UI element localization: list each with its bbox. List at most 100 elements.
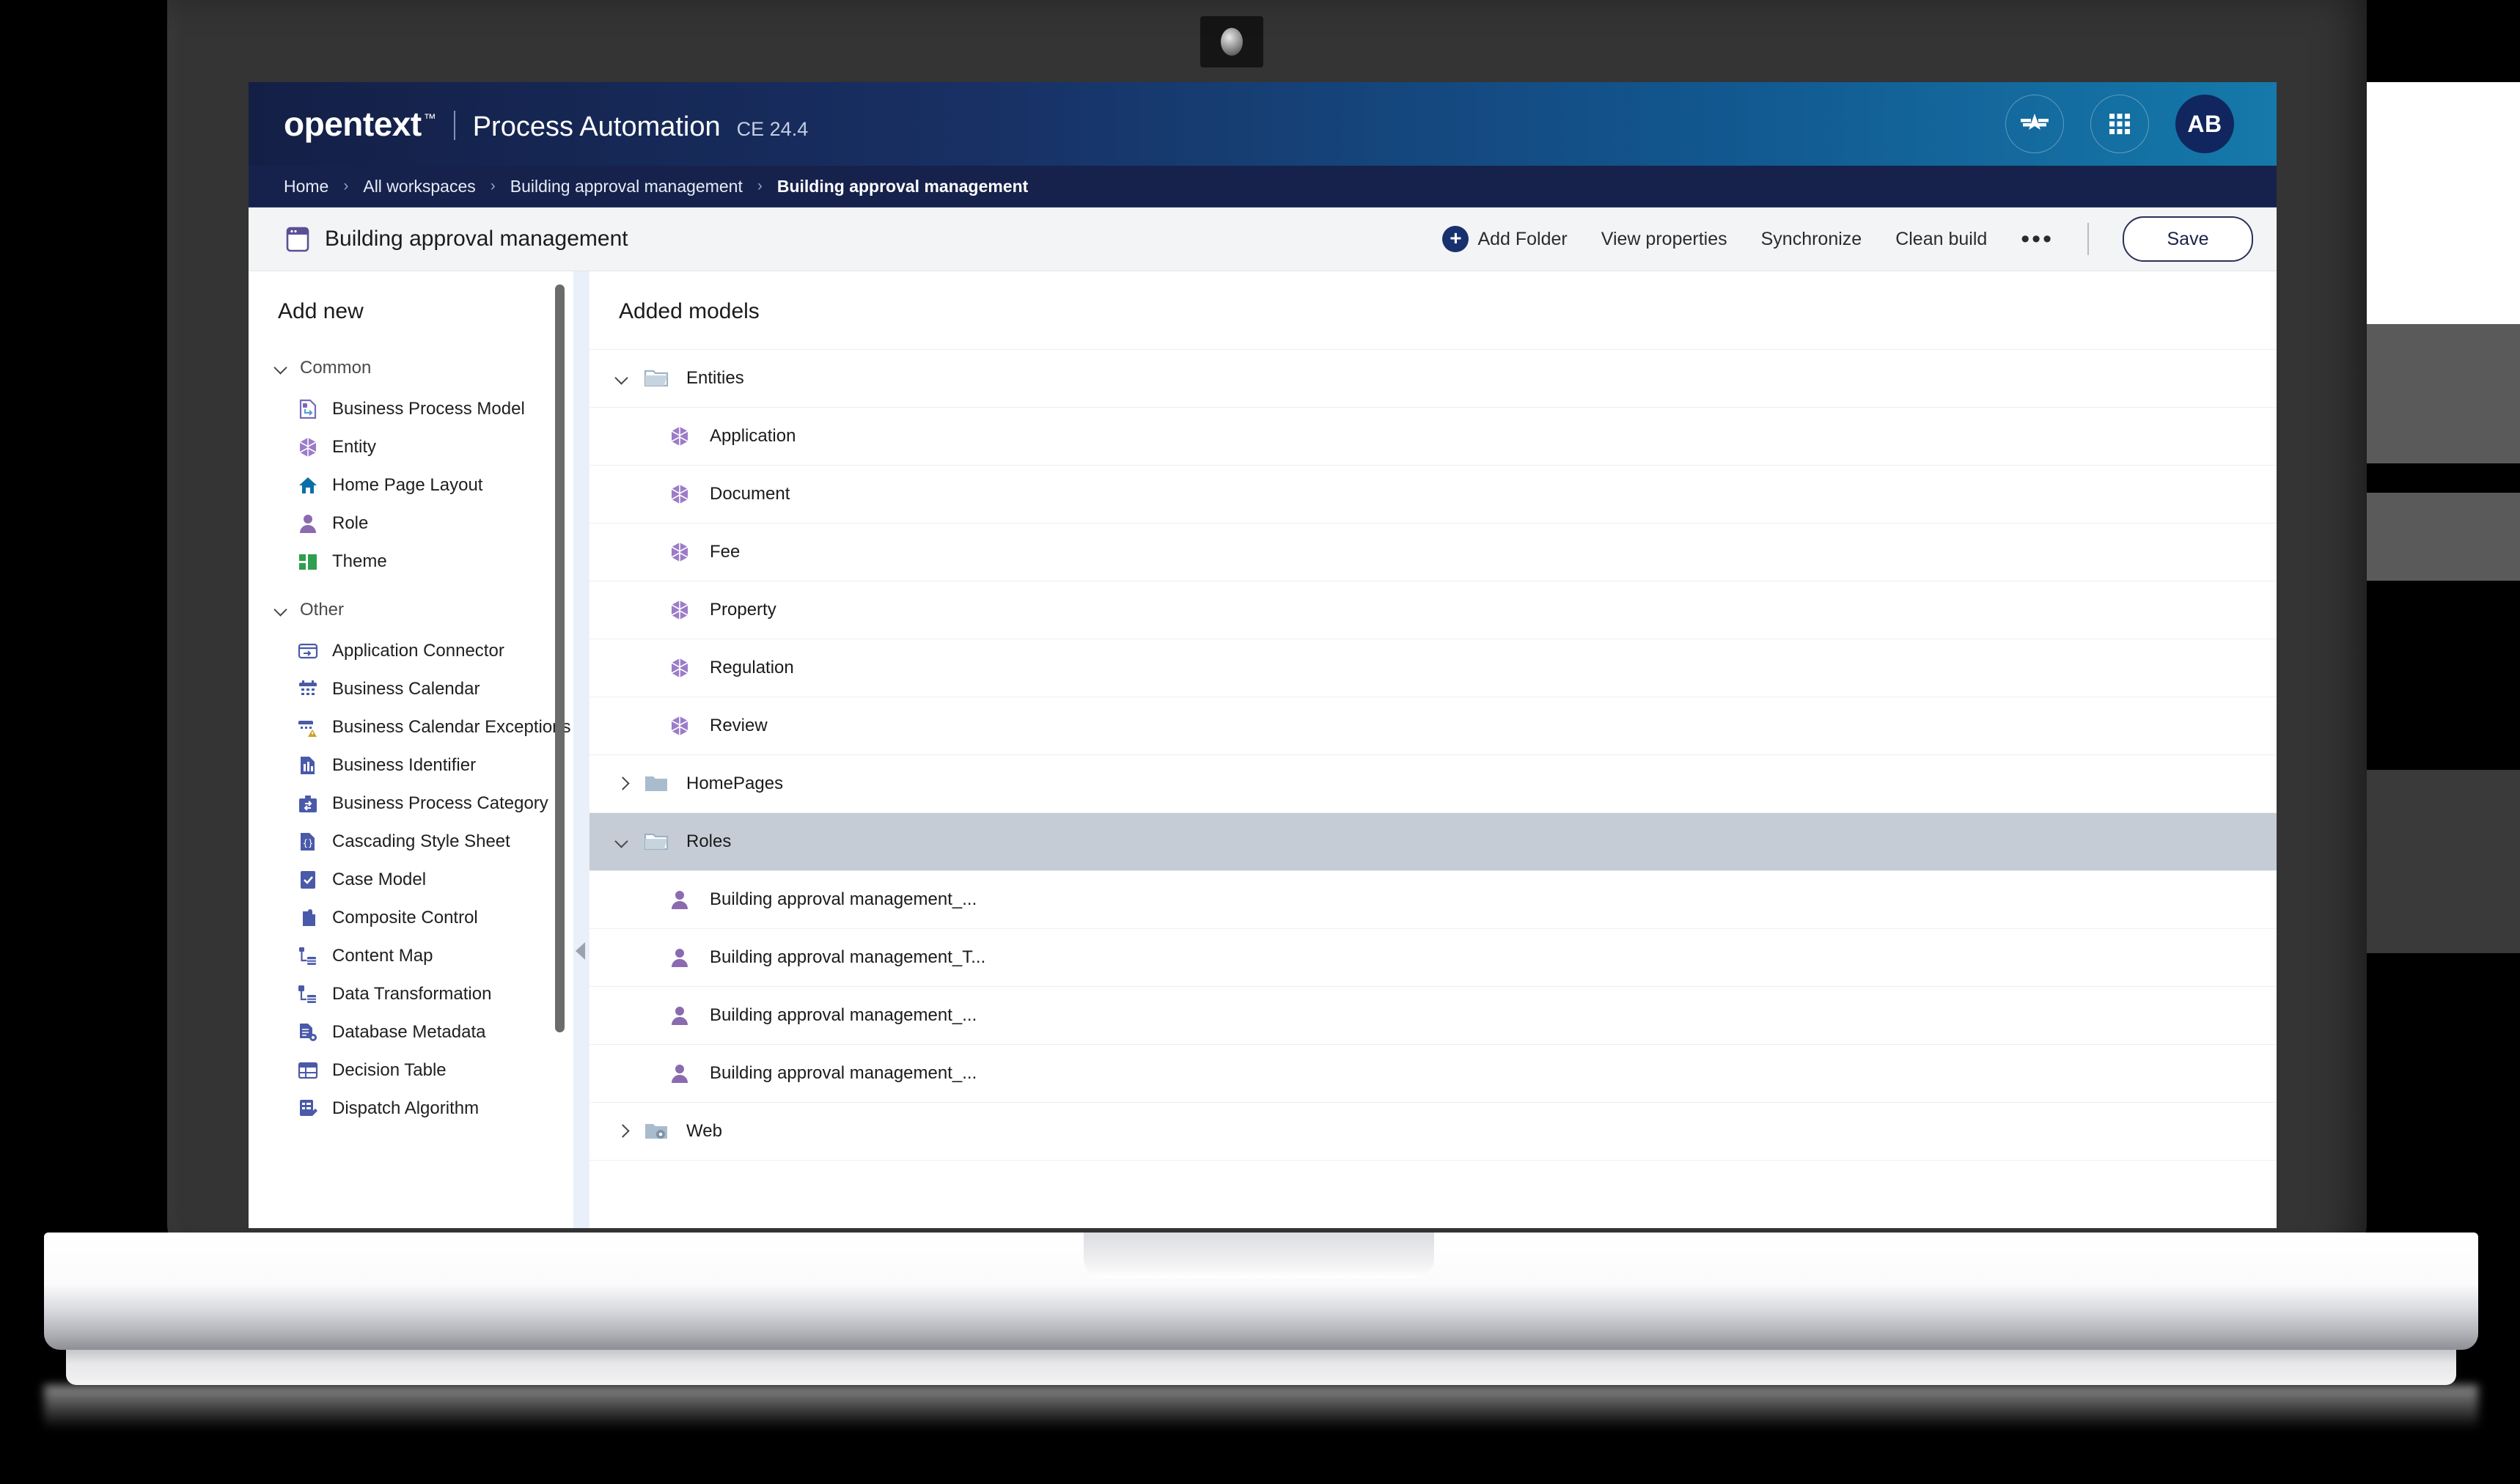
overflow-menu-icon[interactable]: ••• (2021, 227, 2054, 251)
sidebar-item-label: Business Identifier (332, 755, 477, 775)
application-connector-icon (297, 640, 319, 662)
chevron-right-icon[interactable] (614, 776, 644, 792)
sidebar-item-theme[interactable]: Theme (249, 543, 573, 581)
sidebar-item-business-calendar[interactable]: Business Calendar (249, 670, 573, 708)
breadcrumb-item-home[interactable]: Home (284, 177, 328, 196)
breadcrumb-separator-icon: › (757, 177, 763, 194)
page-title: Building approval management (325, 227, 628, 251)
sidebar-item-label: Business Calendar (332, 679, 480, 699)
brand-trademark: ™ (423, 111, 436, 125)
tree-row-review[interactable]: Review (589, 697, 2277, 754)
app-version: CE 24.4 (736, 118, 809, 140)
sidebar-item-label: Business Process Category (332, 793, 548, 813)
tree-label: Document (710, 484, 790, 504)
tree-row-web[interactable]: Web (589, 1102, 2277, 1160)
sidebar-item-application-connector[interactable]: Application Connector (249, 632, 573, 670)
tree-row-homepages[interactable]: HomePages (589, 754, 2277, 812)
sidebar-item-business-identifier[interactable]: Business Identifier (249, 746, 573, 785)
tree-row-property[interactable]: Property (589, 581, 2277, 639)
laptop-notch (1084, 1233, 1434, 1278)
entity-cube-icon (669, 599, 691, 621)
sidebar-item-label: Home Page Layout (332, 475, 483, 495)
process-category-icon (297, 793, 319, 815)
sidebar-item-label: Entity (332, 437, 377, 457)
tree-row-roles[interactable]: Roles (589, 812, 2277, 870)
sidebar-item-case-model[interactable]: Case Model (249, 861, 573, 899)
sidebar-item-label: Dispatch Algorithm (332, 1098, 480, 1118)
sidebar-scrollbar-thumb[interactable] (555, 284, 565, 1032)
sidebar-item-role[interactable]: Role (249, 504, 573, 543)
sidebar-item-content-map[interactable]: Content Map (249, 937, 573, 975)
toolbar-divider (2087, 223, 2089, 255)
save-button[interactable]: Save (2123, 216, 2253, 262)
business-identifier-icon (297, 754, 319, 776)
process-model-icon (297, 398, 319, 420)
home-icon (297, 474, 319, 496)
breadcrumb-separator-icon: › (490, 177, 496, 194)
entity-cube-icon (669, 483, 691, 505)
aviator-star-icon[interactable] (2005, 95, 2064, 153)
sidebar-item-label: Business Calendar Exceptions (332, 717, 571, 737)
clean-build-button[interactable]: Clean build (1895, 229, 1987, 250)
synchronize-button[interactable]: Synchronize (1761, 229, 1862, 250)
tree-label: Web (686, 1121, 722, 1141)
sidebar-item-dispatch-algorithm[interactable]: Dispatch Algorithm (249, 1090, 573, 1128)
sidebar-item-label: Theme (332, 551, 387, 571)
breadcrumb-item-all-workspaces[interactable]: All workspaces (363, 177, 475, 196)
app-grid-icon[interactable] (2090, 95, 2149, 153)
tree-label: HomePages (686, 774, 784, 793)
tree-row-fee[interactable]: Fee (589, 523, 2277, 581)
tree-label: Regulation (710, 658, 794, 677)
sidebar-group-label: Other (300, 600, 345, 620)
sidebar-item-business-calendar-exceptions[interactable]: Business Calendar Exceptions (249, 708, 573, 746)
chevron-down-icon[interactable] (614, 834, 644, 850)
tree-row-regulation[interactable]: Regulation (589, 639, 2277, 697)
chevron-down-icon[interactable] (614, 370, 644, 386)
tree-row-role-2[interactable]: Building approval management_T... (589, 928, 2277, 986)
chevron-right-icon[interactable] (614, 1123, 644, 1139)
workspace-toolbar: Building approval management + Add Folde… (249, 207, 2277, 271)
avatar[interactable]: AB (2175, 95, 2234, 153)
sidebar-item-home-page-layout[interactable]: Home Page Layout (249, 466, 573, 504)
sidebar-item-composite-control[interactable]: Composite Control (249, 899, 573, 937)
sidebar-item-data-transformation[interactable]: Data Transformation (249, 975, 573, 1013)
tree-row-role-1[interactable]: Building approval management_... (589, 870, 2277, 928)
sidebar-item-decision-table[interactable]: Decision Table (249, 1051, 573, 1090)
sidebar-item-entity[interactable]: Entity (249, 428, 573, 466)
entity-cube-icon (297, 436, 319, 458)
tree-label: Review (710, 716, 768, 735)
sidebar-item-business-process-model[interactable]: Business Process Model (249, 390, 573, 428)
tree-row-document[interactable]: Document (589, 465, 2277, 523)
sidebar-item-database-metadata[interactable]: Database Metadata (249, 1013, 573, 1051)
role-person-icon (669, 889, 691, 911)
sidebar-group-other[interactable]: Other (249, 581, 573, 632)
tree-label: Roles (686, 831, 732, 851)
tree-row-application[interactable]: Application (589, 407, 2277, 465)
theme-blocks-icon (297, 551, 319, 573)
app-header: opentext ™ Process Automation CE 24.4 AB (249, 82, 2277, 166)
sidebar-group-common[interactable]: Common (249, 346, 573, 390)
sidebar-item-business-process-category[interactable]: Business Process Category (249, 785, 573, 823)
tree-row-role-4[interactable]: Building approval management_... (589, 1044, 2277, 1102)
sidebar-item-label: Data Transformation (332, 984, 492, 1004)
breadcrumb-separator-icon: › (343, 177, 349, 194)
view-properties-button[interactable]: View properties (1601, 229, 1727, 250)
tree-row-entities[interactable]: Entities (589, 349, 2277, 407)
toolbar-actions: + Add Folder View properties Synchronize… (1442, 216, 2253, 262)
role-person-icon (669, 1004, 691, 1026)
entity-cube-icon (669, 541, 691, 563)
tree-row-role-3[interactable]: Building approval management_... (589, 986, 2277, 1044)
brand-logo: opentext ™ Process Automation CE 24.4 (284, 104, 808, 144)
sidebar-item-label: Case Model (332, 870, 427, 889)
sidebar-group-label: Common (300, 358, 372, 378)
avatar-initials: AB (2187, 110, 2222, 137)
tree-label: Building approval management_... (710, 1063, 977, 1083)
add-folder-button[interactable]: + Add Folder (1442, 226, 1568, 252)
collapse-sidebar-icon[interactable] (576, 942, 585, 960)
sidebar-title: Add new (278, 299, 364, 323)
header-actions: AB (2005, 95, 2277, 153)
breadcrumb-item-workspace[interactable]: Building approval management (510, 177, 743, 196)
sidebar-item-cascading-style-sheet[interactable]: {} Cascading Style Sheet (249, 823, 573, 861)
toolbar-left: Building approval management (284, 225, 628, 253)
calendar-exception-icon (297, 716, 319, 738)
